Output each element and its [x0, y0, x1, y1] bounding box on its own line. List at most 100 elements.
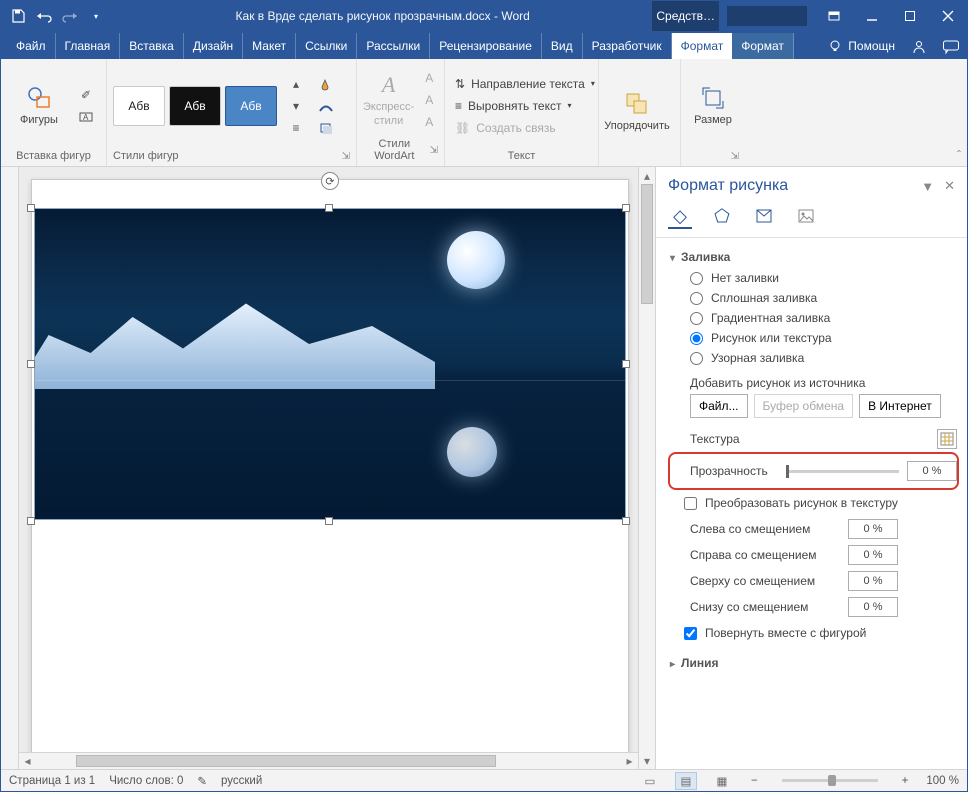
effects-tab-icon[interactable]: ⬠ — [710, 205, 734, 229]
picture-tab-icon[interactable] — [794, 205, 818, 229]
user-account-area[interactable] — [727, 6, 807, 26]
tab-review[interactable]: Рецензирование — [430, 33, 542, 59]
comments-icon[interactable] — [935, 35, 967, 59]
tab-home[interactable]: Главная — [56, 33, 121, 59]
online-button[interactable]: В Интернет — [859, 394, 941, 418]
size-launcher-icon[interactable]: ⇲ — [731, 151, 739, 162]
spellcheck-icon[interactable]: ✎ — [197, 774, 207, 788]
language-indicator[interactable]: русский — [221, 775, 262, 787]
tab-format-picture[interactable]: Формат — [732, 33, 794, 59]
fill-line-tab-icon[interactable]: ◇ — [668, 205, 692, 229]
text-effects-icon[interactable]: A — [418, 111, 440, 133]
scroll-up-icon[interactable]: ▴ — [639, 167, 655, 184]
offset-left-value[interactable]: 0 % — [848, 519, 898, 539]
tab-references[interactable]: Ссылки — [296, 33, 357, 59]
horizontal-scrollbar[interactable]: ◂ ▸ — [19, 752, 638, 769]
offset-top-value[interactable]: 0 % — [848, 571, 898, 591]
resize-handle[interactable] — [622, 517, 630, 525]
shapes-button[interactable]: Фигуры — [7, 84, 71, 127]
wordart-launcher-icon[interactable]: ⇲ — [430, 145, 438, 156]
vertical-scrollbar[interactable]: ▴ ▾ — [638, 167, 655, 769]
gallery-more-icon[interactable]: ≡ — [285, 117, 307, 139]
style-swatch-3[interactable]: Абв — [225, 86, 277, 126]
shape-effects-icon[interactable] — [315, 117, 337, 139]
scroll-down-icon[interactable]: ▾ — [639, 752, 655, 769]
zoom-in-icon[interactable]: + — [898, 775, 913, 787]
print-layout-icon[interactable]: ▤ — [675, 772, 697, 790]
document-page[interactable]: ⟳ — [31, 179, 629, 769]
resize-handle[interactable] — [27, 517, 35, 525]
pane-close-icon[interactable]: ✕ — [944, 178, 955, 194]
offset-bottom-value[interactable]: 0 % — [848, 597, 898, 617]
shape-styles-launcher-icon[interactable]: ⇲ — [342, 151, 350, 162]
layout-tab-icon[interactable] — [752, 205, 776, 229]
style-swatch-1[interactable]: Абв — [113, 86, 165, 126]
radio-no-fill[interactable]: Нет заливки — [670, 268, 957, 288]
create-link-button[interactable]: ⛓Создать связь — [451, 117, 560, 139]
text-fill-icon[interactable]: A — [418, 67, 440, 89]
transparency-value[interactable]: 0 % — [907, 461, 957, 481]
text-outline-icon[interactable]: A — [418, 89, 440, 111]
radio-pattern-fill[interactable]: Узорная заливка — [670, 348, 957, 368]
section-fill-header[interactable]: Заливка — [670, 246, 957, 268]
radio-picture-fill[interactable]: Рисунок или текстура — [670, 328, 957, 348]
transparency-slider[interactable] — [786, 470, 899, 473]
zoom-slider[interactable] — [782, 779, 878, 782]
redo-icon[interactable] — [59, 5, 81, 27]
file-button[interactable]: Файл... — [690, 394, 748, 418]
web-layout-icon[interactable]: ▦ — [711, 772, 733, 790]
tab-developer[interactable]: Разработчик — [583, 33, 672, 59]
shape-outline-icon[interactable] — [315, 95, 337, 117]
share-icon[interactable] — [903, 35, 935, 59]
document-area[interactable]: ⟳ ◂ ▸ — [1, 167, 638, 769]
page-indicator[interactable]: Страница 1 из 1 — [9, 775, 95, 787]
collapse-ribbon-icon[interactable]: ˆ — [957, 148, 961, 162]
arrange-button[interactable]: Упорядочить — [605, 90, 669, 133]
minimize-icon[interactable] — [853, 1, 891, 31]
qat-more-icon[interactable]: ▾ — [85, 5, 107, 27]
undo-icon[interactable] — [33, 5, 55, 27]
maximize-icon[interactable] — [891, 1, 929, 31]
resize-handle[interactable] — [622, 204, 630, 212]
tab-mailings[interactable]: Рассылки — [357, 33, 430, 59]
tab-design[interactable]: Дизайн — [184, 33, 243, 59]
vscroll-thumb[interactable] — [641, 184, 653, 304]
close-icon[interactable] — [929, 1, 967, 31]
wordart-quick-styles-button[interactable]: A Экспресс-стили — [363, 71, 414, 127]
tile-as-texture-checkbox[interactable]: Преобразовать рисунок в текстуру — [670, 490, 957, 516]
text-direction-button[interactable]: ⇅Направление текста▾ — [451, 73, 599, 95]
offset-right-value[interactable]: 0 % — [848, 545, 898, 565]
tab-view[interactable]: Вид — [542, 33, 583, 59]
scroll-right-icon[interactable]: ▸ — [621, 753, 638, 769]
edit-shape-icon[interactable]: ✐ — [75, 84, 97, 106]
texture-picker-icon[interactable] — [937, 429, 957, 449]
size-button[interactable]: Размер — [687, 84, 739, 127]
save-icon[interactable] — [7, 5, 29, 27]
resize-handle[interactable] — [622, 360, 630, 368]
hscroll-thumb[interactable] — [76, 755, 496, 767]
zoom-out-icon[interactable]: − — [747, 775, 762, 787]
tab-layout[interactable]: Макет — [243, 33, 296, 59]
radio-gradient-fill[interactable]: Градиентная заливка — [670, 308, 957, 328]
selected-picture[interactable] — [34, 208, 626, 520]
clipboard-button[interactable]: Буфер обмена — [754, 394, 854, 418]
resize-handle[interactable] — [27, 360, 35, 368]
pane-menu-icon[interactable]: ▼ — [921, 179, 934, 194]
section-line-header[interactable]: Линия — [670, 652, 957, 674]
tab-format-drawing[interactable]: Формат — [672, 33, 733, 59]
resize-handle[interactable] — [27, 204, 35, 212]
word-count[interactable]: Число слов: 0 — [109, 775, 183, 787]
style-swatch-2[interactable]: Абв — [169, 86, 221, 126]
align-text-button[interactable]: ≡Выровнять текст▾ — [451, 95, 576, 117]
gallery-up-icon[interactable]: ▴ — [285, 73, 307, 95]
scroll-left-icon[interactable]: ◂ — [19, 753, 36, 769]
tell-me[interactable]: Помощн — [820, 39, 903, 59]
ribbon-options-icon[interactable] — [815, 1, 853, 31]
rotate-with-shape-checkbox[interactable]: Повернуть вместе с фигурой — [670, 620, 957, 646]
resize-handle[interactable] — [325, 517, 333, 525]
zoom-value[interactable]: 100 % — [926, 775, 959, 787]
shape-fill-icon[interactable] — [315, 73, 337, 95]
resize-handle[interactable] — [325, 204, 333, 212]
radio-solid-fill[interactable]: Сплошная заливка — [670, 288, 957, 308]
gallery-down-icon[interactable]: ▾ — [285, 95, 307, 117]
